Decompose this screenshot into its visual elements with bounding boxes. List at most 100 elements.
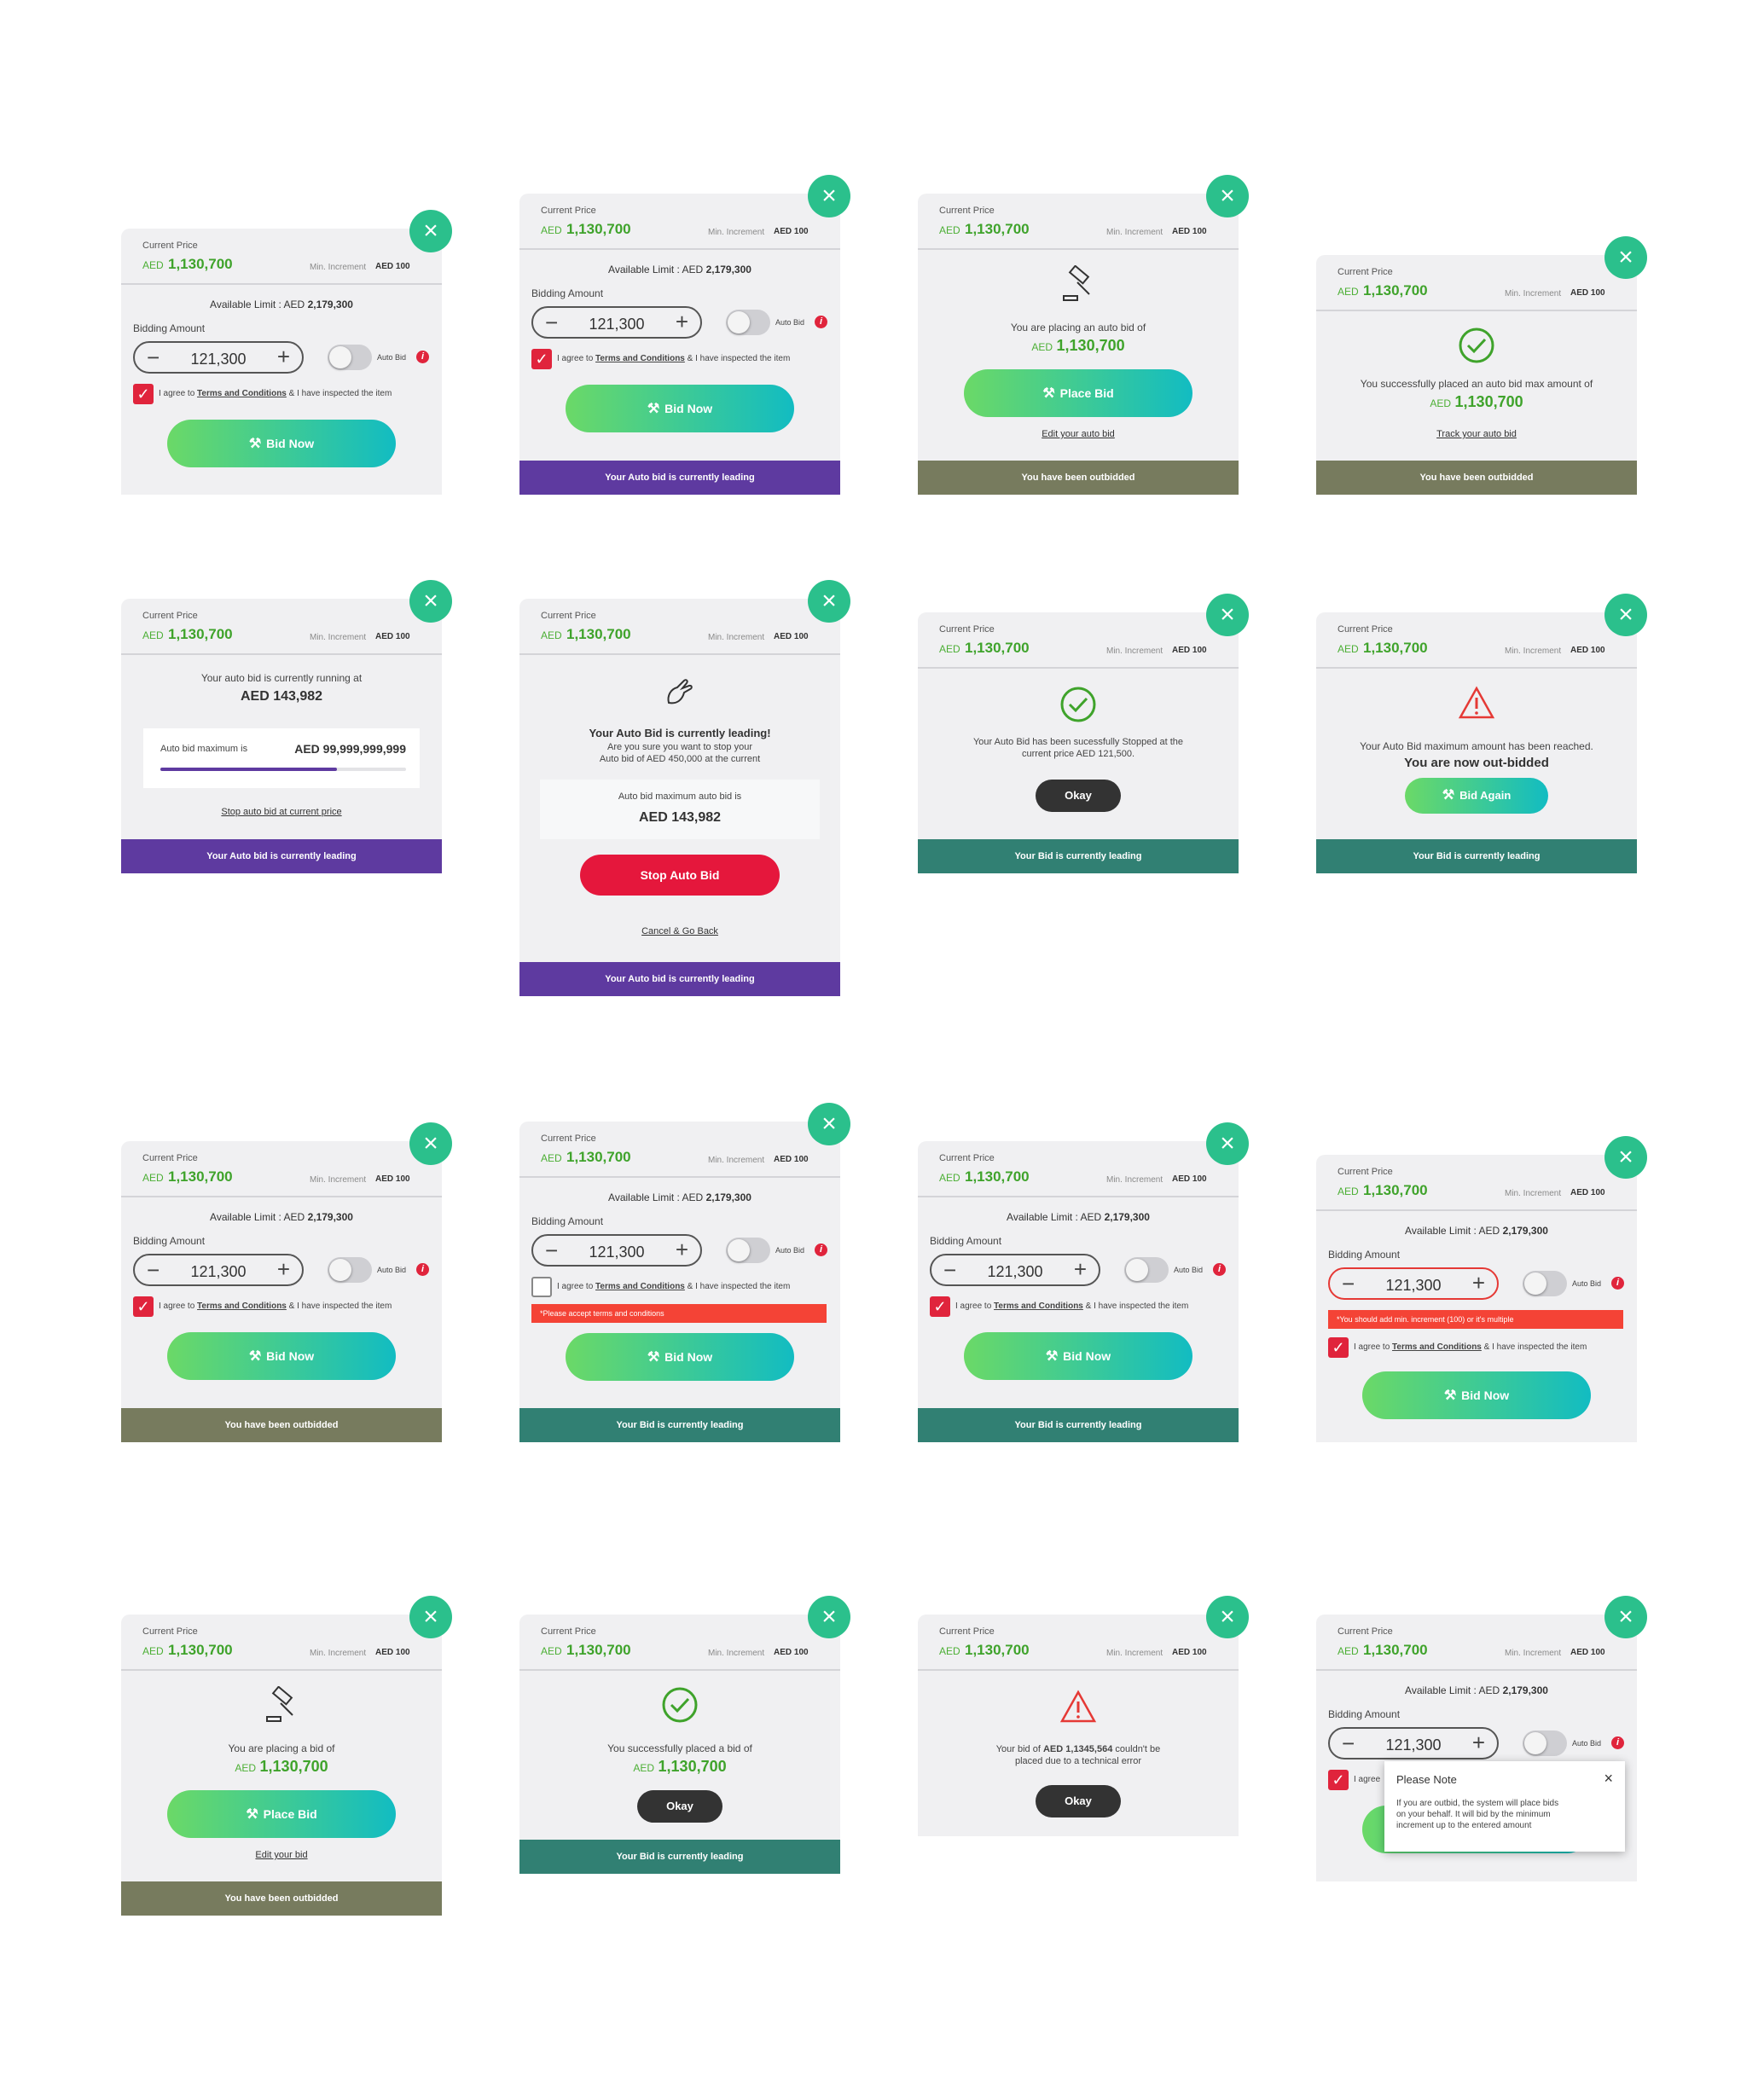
- max-reached-line1: Your Auto Bid maximum amount has been re…: [1360, 740, 1593, 752]
- plus-icon[interactable]: +: [1074, 1257, 1087, 1281]
- plus-icon[interactable]: +: [1472, 1271, 1485, 1295]
- bid-now-button[interactable]: ⚒ Bid Now: [566, 1333, 794, 1381]
- bid-amount-stepper[interactable]: − 121,300 +: [1328, 1727, 1499, 1759]
- plus-icon[interactable]: +: [277, 1257, 290, 1281]
- available-limit: Available Limit : AED 2,179,300: [918, 1211, 1239, 1223]
- terms-checkbox[interactable]: [531, 1277, 552, 1297]
- bid-now-button[interactable]: ⚒ Bid Now: [167, 1332, 396, 1380]
- terms-link[interactable]: Terms and Conditions: [1392, 1342, 1482, 1352]
- terms-text: I agree to Terms and Conditions & I have…: [159, 1301, 392, 1311]
- edit-bid-link[interactable]: Edit your bid: [121, 1850, 442, 1860]
- close-icon[interactable]: ×: [1206, 594, 1249, 636]
- terms-checkbox[interactable]: ✓: [930, 1296, 950, 1317]
- close-icon[interactable]: ×: [1604, 594, 1647, 636]
- auto-bid-max-panel: Auto bid maximum is AED 99,999,999,999: [143, 728, 420, 788]
- close-icon[interactable]: ×: [409, 1596, 452, 1638]
- plus-icon[interactable]: +: [676, 310, 688, 333]
- terms-checkbox[interactable]: ✓: [1328, 1770, 1349, 1790]
- auto-bid-toggle[interactable]: [726, 310, 770, 335]
- terms-checkbox[interactable]: ✓: [133, 384, 154, 404]
- stop-auto-bid-button[interactable]: Stop Auto Bid: [580, 855, 780, 896]
- edit-auto-bid-link[interactable]: Edit your auto bid: [918, 429, 1239, 439]
- bid-now-button[interactable]: ⚒ Bid Now: [167, 420, 396, 467]
- current-price-label: Current Price: [541, 611, 596, 621]
- auto-bid-toggle[interactable]: [1523, 1730, 1567, 1756]
- available-limit-label: Available Limit : AED: [1007, 1211, 1102, 1223]
- increment-error-message: *You should add min. increment (100) or …: [1328, 1310, 1623, 1329]
- cancel-go-back-link[interactable]: Cancel & Go Back: [519, 926, 840, 936]
- card-header: Current Price AED 1,130,700 Min. Increme…: [121, 210, 452, 285]
- available-limit: Available Limit : AED 2,179,300: [519, 264, 840, 275]
- info-icon[interactable]: i: [416, 351, 429, 363]
- close-icon[interactable]: ×: [808, 175, 850, 217]
- terms-checkbox[interactable]: ✓: [133, 1296, 154, 1317]
- bid-now-button[interactable]: ⚒ Bid Now: [964, 1332, 1192, 1380]
- confirm-amount-value: 1,130,700: [259, 1758, 328, 1775]
- available-limit: Available Limit : AED 2,179,300: [1316, 1225, 1637, 1237]
- terms-link[interactable]: Terms and Conditions: [595, 1282, 685, 1291]
- close-icon[interactable]: ×: [409, 580, 452, 623]
- auto-bid-toggle[interactable]: [328, 345, 372, 370]
- info-icon[interactable]: i: [1611, 1277, 1624, 1290]
- close-icon[interactable]: ×: [1206, 175, 1249, 217]
- plus-icon[interactable]: +: [676, 1238, 688, 1261]
- toggle-knob: [329, 1259, 351, 1281]
- okay-button[interactable]: Okay: [1036, 1785, 1121, 1817]
- close-icon[interactable]: ×: [1604, 1136, 1647, 1179]
- terms-checkbox[interactable]: ✓: [531, 349, 552, 369]
- bid-amount-stepper[interactable]: − 121,300 +: [930, 1254, 1100, 1286]
- close-icon[interactable]: ×: [808, 1596, 850, 1638]
- currency-label: AED: [1338, 1645, 1359, 1657]
- popup-close-icon[interactable]: ×: [1604, 1770, 1613, 1788]
- plus-icon[interactable]: +: [277, 345, 290, 368]
- close-icon[interactable]: ×: [409, 1122, 452, 1165]
- close-icon[interactable]: ×: [1604, 236, 1647, 279]
- auto-bid-max-reached-card: Current Price AED 1,130,700 Min. Increme…: [1316, 594, 1647, 873]
- close-icon[interactable]: ×: [1604, 1596, 1647, 1638]
- bid-amount-stepper[interactable]: − 121,300 +: [133, 341, 304, 374]
- available-limit-value: 2,179,300: [705, 264, 751, 275]
- place-bid-button[interactable]: ⚒ Place Bid: [964, 369, 1192, 417]
- bid-now-button[interactable]: ⚒ Bid Now: [566, 385, 794, 432]
- stop-auto-bid-link[interactable]: Stop auto bid at current price: [121, 807, 442, 817]
- bid-amount-stepper[interactable]: − 121,300 +: [133, 1254, 304, 1286]
- info-icon[interactable]: i: [416, 1263, 429, 1276]
- terms-link[interactable]: Terms and Conditions: [197, 389, 287, 398]
- info-icon[interactable]: i: [1213, 1263, 1226, 1276]
- bid-now-button[interactable]: ⚒ Bid Now: [1362, 1371, 1591, 1419]
- card-header: Current Price AED 1,130,700 Min. Increme…: [918, 175, 1249, 250]
- card-header: Current Price AED 1,130,700 Min. Increme…: [519, 1596, 850, 1671]
- info-icon[interactable]: i: [815, 1244, 827, 1256]
- okay-button[interactable]: Okay: [637, 1790, 722, 1823]
- close-icon[interactable]: ×: [1206, 1596, 1249, 1638]
- info-icon[interactable]: i: [1611, 1736, 1624, 1749]
- okay-button[interactable]: Okay: [1036, 780, 1121, 812]
- terms-link[interactable]: Terms and Conditions: [197, 1301, 287, 1311]
- close-icon[interactable]: ×: [808, 1103, 850, 1145]
- place-bid-button[interactable]: ⚒ Place Bid: [167, 1790, 396, 1838]
- bid-amount-stepper[interactable]: − 121,300 +: [531, 306, 702, 339]
- auto-bid-label: Auto Bid: [377, 1266, 407, 1274]
- bid-again-button[interactable]: ⚒ Bid Again: [1405, 778, 1548, 814]
- close-icon[interactable]: ×: [808, 580, 850, 623]
- terms-checkbox[interactable]: ✓: [1328, 1337, 1349, 1358]
- terms-link[interactable]: Terms and Conditions: [994, 1301, 1083, 1311]
- plus-icon[interactable]: +: [1472, 1730, 1485, 1754]
- auto-bid-toggle[interactable]: [1124, 1257, 1169, 1283]
- close-icon[interactable]: ×: [409, 210, 452, 252]
- currency-label: AED: [142, 1172, 164, 1184]
- close-icon[interactable]: ×: [1206, 1122, 1249, 1165]
- currency-label: AED: [541, 1645, 562, 1657]
- check-circle-icon: [1316, 327, 1637, 368]
- bid-amount-stepper[interactable]: − 121,300 +: [1328, 1267, 1499, 1300]
- auto-bid-toggle[interactable]: [726, 1238, 770, 1263]
- success-amount: AED 1,130,700: [1316, 393, 1637, 411]
- min-increment-label: Min. Increment: [310, 1649, 367, 1658]
- bid-amount-stepper[interactable]: − 121,300 +: [531, 1234, 702, 1267]
- bidding-amount-label: Bidding Amount: [133, 322, 206, 334]
- info-icon[interactable]: i: [815, 316, 827, 328]
- auto-bid-toggle[interactable]: [1523, 1271, 1567, 1296]
- track-auto-bid-link[interactable]: Track your auto bid: [1316, 429, 1637, 439]
- terms-link[interactable]: Terms and Conditions: [595, 354, 685, 363]
- auto-bid-toggle[interactable]: [328, 1257, 372, 1283]
